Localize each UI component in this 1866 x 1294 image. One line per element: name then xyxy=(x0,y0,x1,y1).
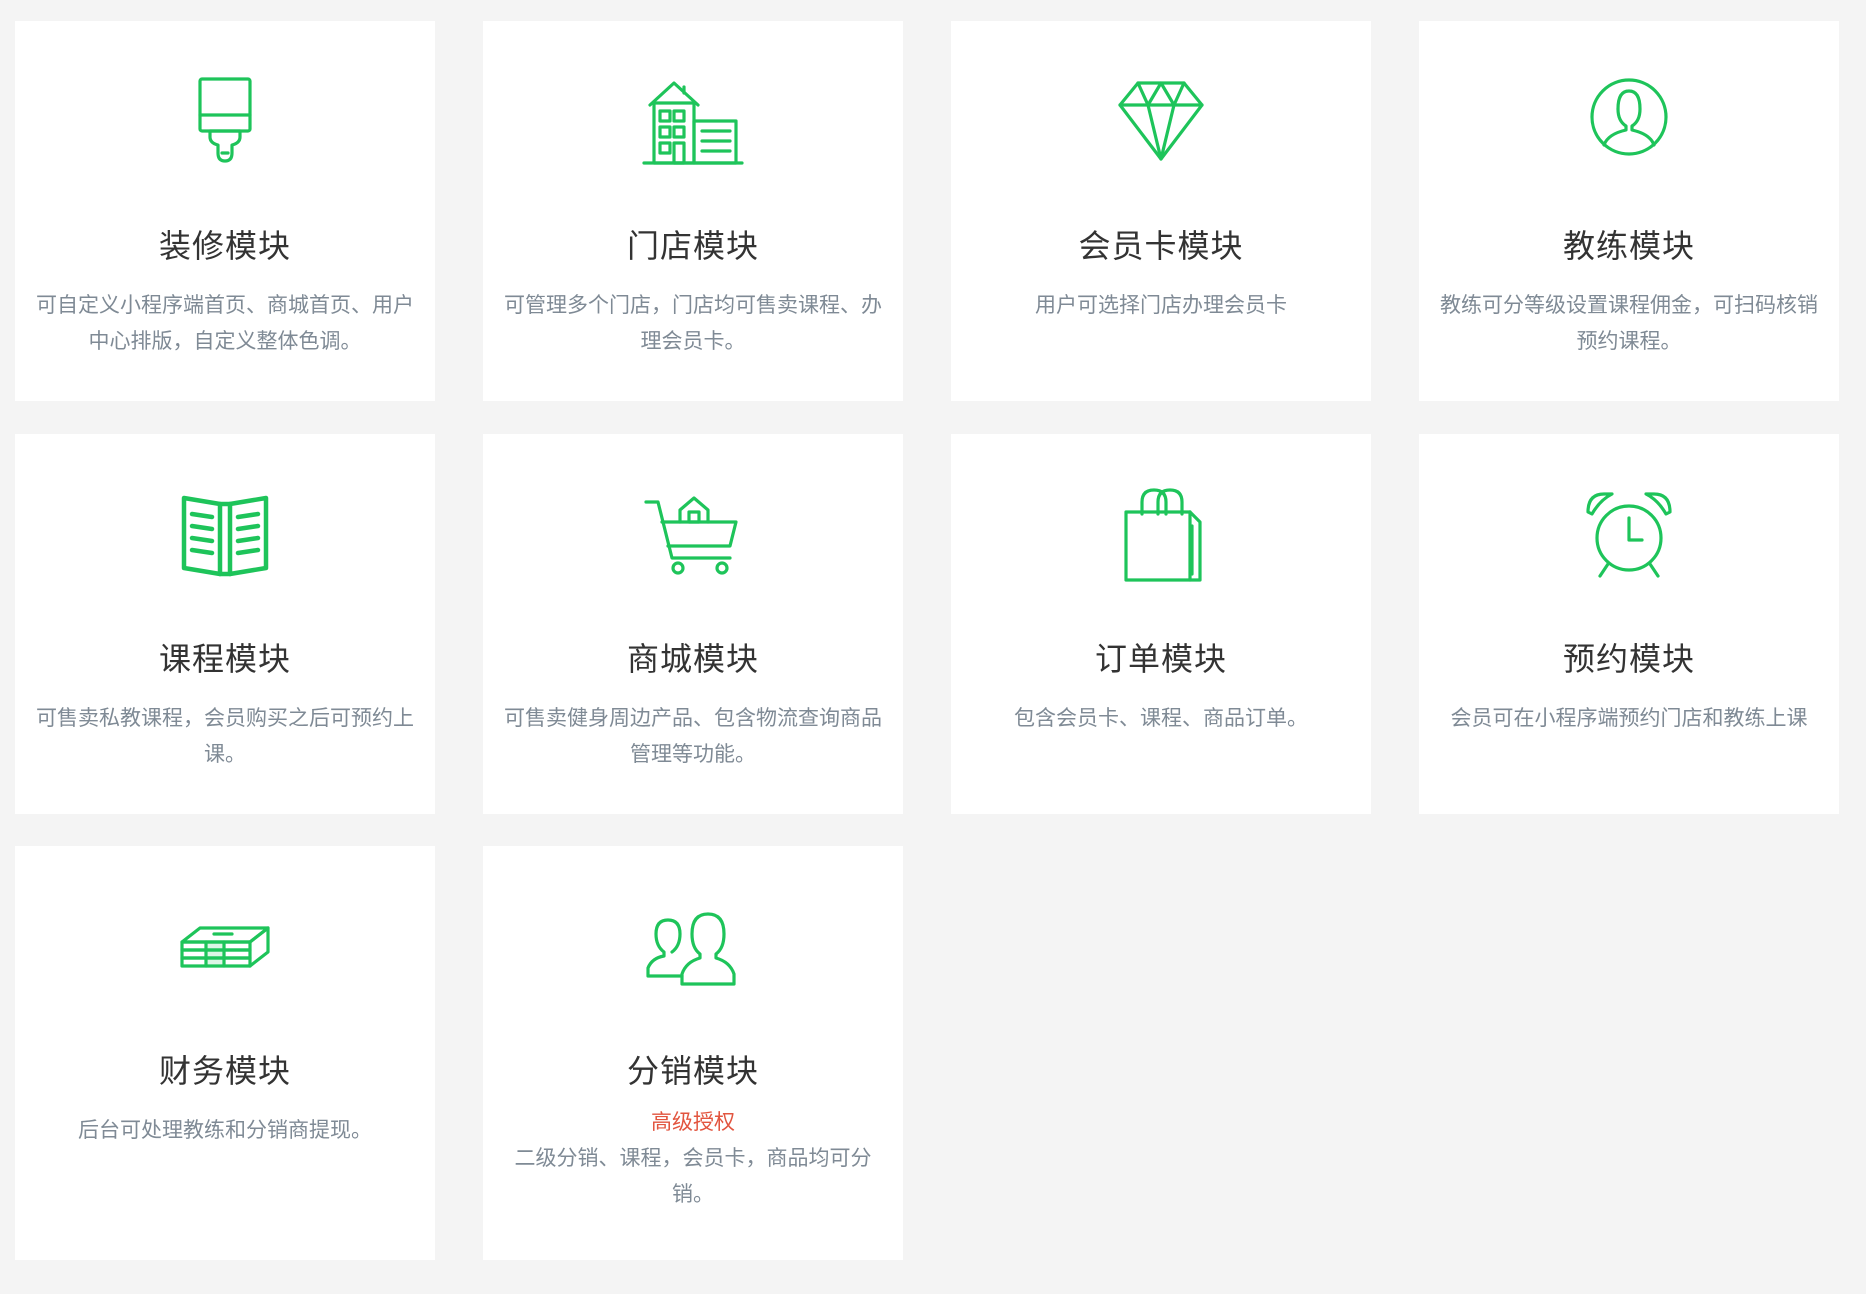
shopping-cart-icon xyxy=(483,482,903,592)
module-title: 课程模块 xyxy=(158,640,291,678)
module-description: 可管理多个门店，门店均可售卖课程、办理会员卡。 xyxy=(504,293,882,353)
module-title: 财务模块 xyxy=(158,1052,291,1090)
users-icon xyxy=(483,894,903,1004)
module-card-mall[interactable]: 商城模块 可售卖健身周边产品、包含物流查询商品管理等功能。 xyxy=(483,434,903,814)
module-description: 可售卖健身周边产品、包含物流查询商品管理等功能。 xyxy=(504,706,882,766)
alarm-clock-icon xyxy=(1419,482,1839,592)
module-card-distribution[interactable]: 分销模块 高级授权 二级分销、课程，会员卡，商品均可分销。 xyxy=(483,846,903,1260)
module-card-finance[interactable]: 财务模块 后台可处理教练和分销商提现。 xyxy=(15,846,435,1260)
module-card-course[interactable]: 课程模块 可售卖私教课程，会员购买之后可预约上课。 xyxy=(15,434,435,814)
module-description: 后台可处理教练和分销商提现。 xyxy=(78,1118,372,1142)
user-circle-icon xyxy=(1419,69,1839,179)
module-description: 可自定义小程序端首页、商城首页、用户中心排版，自定义整体色调。 xyxy=(36,293,414,353)
module-card-booking[interactable]: 预约模块 会员可在小程序端预约门店和教练上课 xyxy=(1419,434,1839,814)
diamond-icon xyxy=(951,69,1371,179)
module-description: 会员可在小程序端预约门店和教练上课 xyxy=(1450,706,1808,730)
money-stack-icon xyxy=(15,894,435,1004)
module-title: 商城模块 xyxy=(626,640,759,678)
module-card-membership[interactable]: 会员卡模块 用户可选择门店办理会员卡 xyxy=(951,21,1371,401)
module-description-wrapper: 高级授权 二级分销、课程，会员卡，商品均可分销。 xyxy=(501,1104,885,1212)
module-title: 教练模块 xyxy=(1562,227,1695,265)
store-building-icon xyxy=(483,69,903,179)
module-card-order[interactable]: 订单模块 包含会员卡、课程、商品订单。 xyxy=(951,434,1371,814)
module-description: 可售卖私教课程，会员购买之后可预约上课。 xyxy=(36,706,414,766)
module-title: 会员卡模块 xyxy=(1078,227,1244,265)
paint-brush-icon xyxy=(15,69,435,179)
module-description: 教练可分等级设置课程佣金，可扫码核销预约课程。 xyxy=(1440,293,1818,353)
module-card-coach[interactable]: 教练模块 教练可分等级设置课程佣金，可扫码核销预约课程。 xyxy=(1419,21,1839,401)
module-title: 预约模块 xyxy=(1562,640,1695,678)
module-card-store[interactable]: 门店模块 可管理多个门店，门店均可售卖课程、办理会员卡。 xyxy=(483,21,903,401)
module-card-decoration[interactable]: 装修模块 可自定义小程序端首页、商城首页、用户中心排版，自定义整体色调。 xyxy=(15,21,435,401)
module-title: 订单模块 xyxy=(1094,640,1227,678)
open-book-icon xyxy=(15,482,435,592)
module-description: 包含会员卡、课程、商品订单。 xyxy=(1014,706,1308,730)
module-description: 用户可选择门店办理会员卡 xyxy=(1035,293,1287,317)
advanced-license-badge: 高级授权 xyxy=(651,1110,735,1134)
module-title: 装修模块 xyxy=(158,227,291,265)
module-title: 分销模块 xyxy=(626,1052,759,1090)
module-title: 门店模块 xyxy=(626,227,759,265)
shopping-bag-icon xyxy=(951,482,1371,592)
module-description: 二级分销、课程，会员卡，商品均可分销。 xyxy=(514,1146,872,1206)
